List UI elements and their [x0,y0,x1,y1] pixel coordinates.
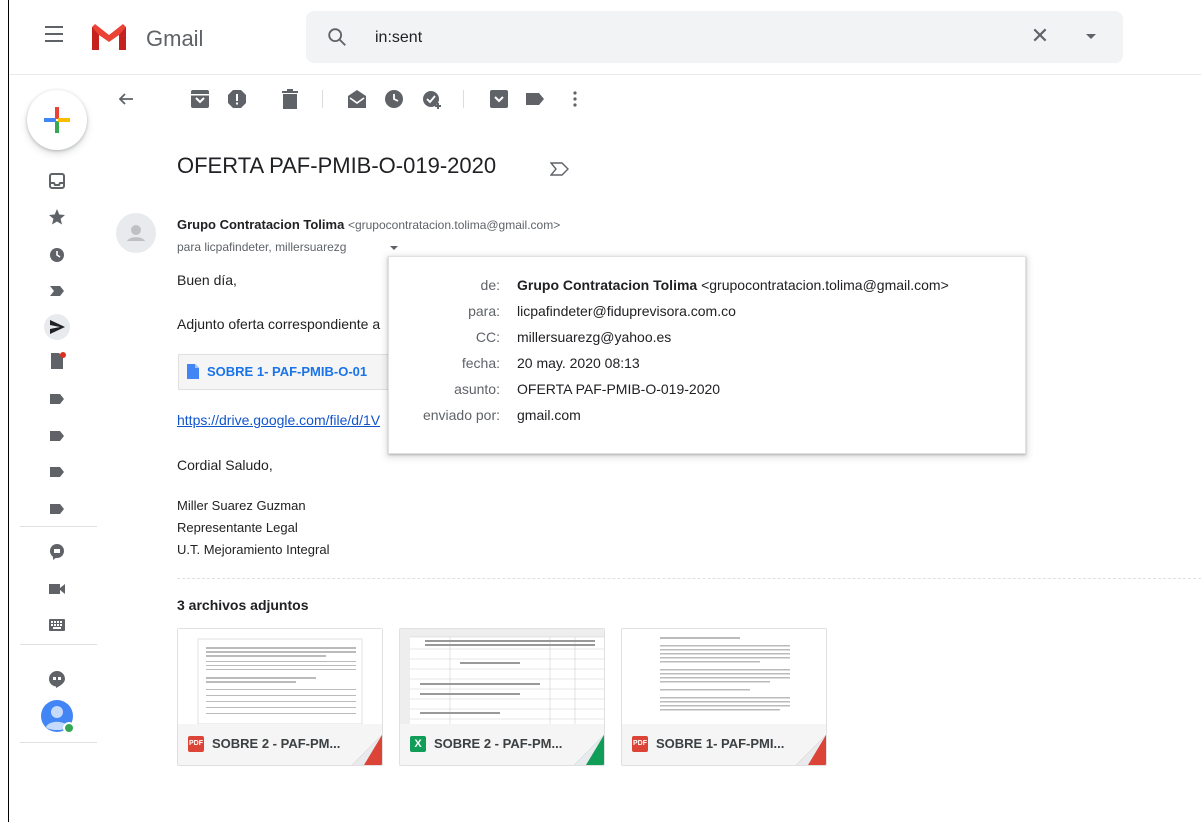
details-to-value[interactable]: licpafindeter@fiduprevisora.com.co [517,303,736,319]
importance-marker-icon[interactable] [550,162,570,176]
mark-unread-icon[interactable] [346,88,368,110]
top-bar: Gmail ✕ [9,0,1201,75]
window-edge [8,0,9,822]
excel-file-icon: X [410,736,426,752]
sender-email: <grupocontratacion.tolima@gmail.com> [347,218,561,232]
attachment-card[interactable]: PDF SOBRE 1- PAF-PMI... [621,628,827,766]
drive-link[interactable]: https://drive.google.com/file/d/1V [177,412,392,428]
pdf-file-icon: PDF [632,736,648,752]
details-to-row: para: licpafindeter@fiduprevisora.com.co [389,303,1025,327]
details-cc-row: CC: millersuarezg@yahoo.es [389,329,1025,353]
drafts-icon[interactable] [48,352,66,370]
file-corner-icon [574,735,604,765]
attachment-card[interactable]: X SOBRE 2 - PAF-PM... [399,628,605,766]
clear-search-icon[interactable]: ✕ [1028,24,1052,48]
attachments-heading: 3 archivos adjuntos [177,597,309,613]
snooze-icon[interactable] [383,88,405,110]
signature-title: Representante Legal [177,520,298,535]
inline-attachment-name: SOBRE 1- PAF-PMIB-O-01 [207,364,368,379]
gmail-logo-icon[interactable] [89,23,129,51]
user-avatar-icon[interactable] [40,699,76,735]
details-date-value: 20 may. 2020 08:13 [517,355,640,371]
attachment-name: SOBRE 2 - PAF-PM... [434,736,563,751]
keyboard-icon[interactable] [48,616,66,634]
more-options-icon[interactable] [564,88,586,110]
details-subject-row: asunto: OFERTA PAF-PMIB-O-019-2020 [389,381,1025,405]
hangouts-icon[interactable] [48,670,66,688]
search-input[interactable] [373,24,1017,52]
meet-new-meeting-icon[interactable] [48,543,66,561]
pdf-file-icon: PDF [188,736,204,752]
details-sent-by-row: enviado por: gmail.com [389,407,1025,431]
details-sent-by-value: gmail.com [517,407,581,423]
toolbar-divider [322,90,323,108]
details-subject-value: OFERTA PAF-PMIB-O-019-2020 [517,381,721,397]
main-menu-icon[interactable] [45,26,63,42]
inline-attachment-chip[interactable]: SOBRE 1- PAF-PMIB-O-01 [178,354,420,390]
archive-icon[interactable] [189,88,211,110]
search-bar: ✕ [306,11,1123,63]
signature-name: Miller Suarez Guzman [177,498,306,513]
attachment-name: SOBRE 2 - PAF-PM... [212,736,341,751]
move-to-icon[interactable] [488,88,510,110]
recipients-summary: para licpafindeter, millersuarezg [177,240,347,254]
details-from-label: de: [480,277,500,293]
sender-avatar[interactable] [116,213,156,253]
back-arrow-icon[interactable] [115,88,137,110]
message-subject: OFERTA PAF-PMIB-O-019-2020 [177,153,497,178]
attachment-preview [400,629,604,724]
sender-line: Grupo Contratacion Tolima <grupocontrata… [177,217,560,232]
sender-name[interactable]: Grupo Contratacion Tolima [177,217,344,232]
file-corner-icon [352,735,382,765]
details-to-label: para: [468,303,500,319]
person-icon [127,225,145,241]
labels-icon[interactable] [524,88,546,110]
search-options-icon[interactable] [1086,34,1096,39]
label-icon[interactable] [48,463,66,481]
delete-icon[interactable] [279,88,301,110]
sent-icon[interactable] [44,314,70,340]
important-icon[interactable] [48,282,66,300]
attachment-preview [622,629,826,724]
compose-plus-icon [44,107,70,133]
details-cc-value[interactable]: millersuarezg@yahoo.es [517,329,671,345]
attachments-divider [177,578,1201,579]
attachment-preview [178,629,382,724]
toolbar-divider [463,90,464,108]
details-from-email: <grupocontratacion.tolima@gmail.com> [701,277,949,293]
label-icon[interactable] [48,427,66,445]
message-details-popup: de: Grupo Contratacion Tolima <grupocont… [388,256,1026,454]
compose-button[interactable] [27,90,87,150]
details-subject-label: asunto: [454,381,500,397]
video-camera-icon[interactable] [48,580,66,598]
add-to-tasks-icon[interactable] [421,88,443,110]
attachment-name: SOBRE 1- PAF-PMI... [656,736,785,751]
label-icon[interactable] [48,390,66,408]
intro-text: Adjunto oferta correspondiente a [177,316,381,332]
starred-icon[interactable] [48,208,66,226]
details-from-row: de: Grupo Contratacion Tolima <grupocont… [389,277,1025,301]
signature-org: U.T. Mejoramiento Integral [177,542,330,557]
show-details-icon[interactable] [390,246,398,250]
details-date-label: fecha: [461,355,500,371]
attachment-card[interactable]: PDF SOBRE 2 - PAF-PM... [177,628,383,766]
report-spam-icon[interactable] [226,88,248,110]
details-date-row: fecha: 20 may. 2020 08:13 [389,355,1025,379]
details-cc-label: CC: [475,329,500,345]
details-from-value: Grupo Contratacion Tolima <grupocontrata… [517,277,949,293]
rail-divider [20,742,97,743]
file-corner-icon [796,735,826,765]
greeting: Buen día, [177,272,237,288]
closing: Cordial Saludo, [177,457,273,473]
search-icon[interactable] [326,26,348,48]
label-icon[interactable] [48,500,66,518]
details-from-name[interactable]: Grupo Contratacion Tolima [517,277,697,293]
app-brand[interactable]: Gmail [146,26,203,52]
document-icon [187,364,199,379]
inbox-icon[interactable] [48,172,66,190]
rail-divider [20,526,97,527]
details-sent-by-label: enviado por: [422,407,500,423]
snoozed-icon[interactable] [48,246,66,264]
rail-divider [20,644,97,645]
